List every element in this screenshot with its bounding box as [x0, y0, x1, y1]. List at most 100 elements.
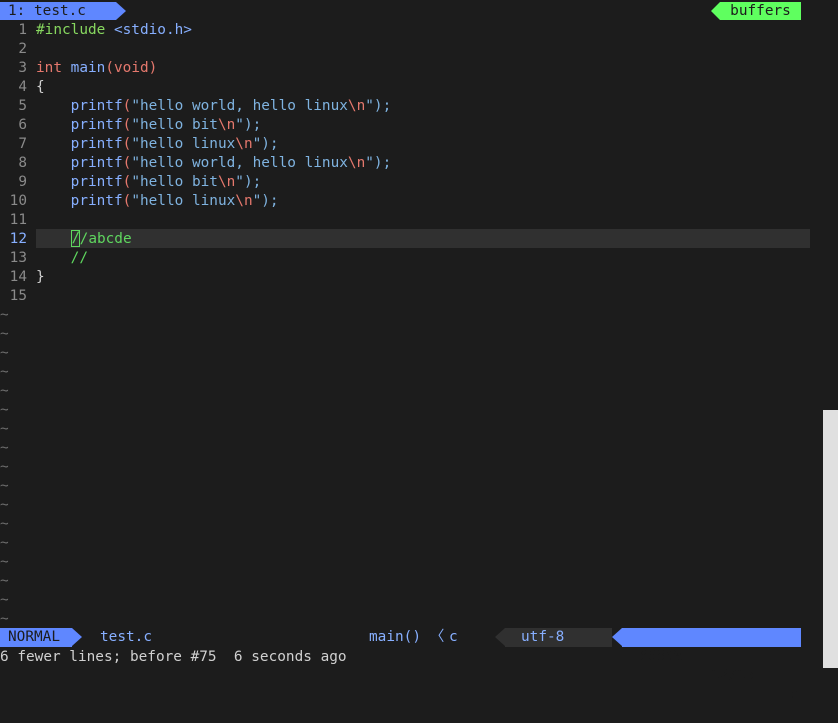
escape-sequence: \n	[347, 155, 366, 171]
line-number-current: 12	[9, 231, 27, 247]
status-encoding: utf-8	[505, 628, 612, 647]
empty-line-marker: ~	[0, 573, 9, 589]
line-number: 7	[18, 136, 27, 152]
chevron-left-icon: 〈	[430, 629, 445, 645]
mode-indicator: NORMAL	[0, 628, 72, 647]
status-function: main()	[369, 629, 421, 645]
string-literal: "hello world, hello linux	[131, 155, 348, 171]
line-number: 3	[18, 60, 27, 76]
status-column: 5	[791, 686, 800, 702]
string-literal: "hello bit	[131, 174, 218, 190]
escape-sequence: \n	[235, 136, 253, 152]
line-number: 13	[9, 250, 27, 266]
line-number: 2	[18, 41, 27, 57]
status-percent: 6680%	[639, 648, 683, 664]
call-name: printf	[36, 174, 123, 190]
command-message-line: 6 fewer lines; before #75 6 seconds ago	[0, 649, 347, 665]
string-tail: ");	[235, 174, 262, 190]
code-line-8: printf("hello world, hello linux\n");	[36, 154, 392, 173]
string-literal: "hello world, hello linux	[131, 98, 348, 114]
code-line-9: printf("hello bit\n");	[36, 173, 262, 192]
empty-line-marker: ~	[0, 364, 9, 380]
string-tail: ");	[365, 98, 392, 114]
paren-close: )	[148, 60, 158, 76]
empty-line-marker: ~	[0, 497, 9, 513]
text-cursor: /	[70, 230, 81, 247]
string-tail: ");	[235, 117, 262, 133]
paren-open: (	[122, 174, 132, 190]
line-number: 15	[9, 288, 27, 304]
status-filetype: c	[449, 629, 458, 645]
empty-line-marker: ~	[0, 516, 9, 532]
empty-line-marker: ~	[0, 459, 9, 475]
call-name: printf	[36, 98, 123, 114]
line-number: 9	[18, 174, 27, 190]
call-name: printf	[36, 117, 123, 133]
buffers-label[interactable]: buffers	[720, 2, 801, 20]
void-keyword: void	[114, 60, 149, 76]
position-arrow-icon	[612, 628, 622, 646]
encoding-arrow-icon	[495, 628, 505, 646]
string-literal: "hello bit	[131, 117, 218, 133]
empty-line-marker: ~	[0, 402, 9, 418]
empty-line-marker: ~	[0, 326, 9, 342]
paren-open: (	[122, 117, 132, 133]
buffers-arrow-icon	[711, 2, 720, 20]
paren-open: (	[105, 60, 114, 76]
line-number: 11	[9, 212, 27, 228]
status-line-position: 12/15 :	[711, 667, 772, 683]
paren-open: (	[122, 136, 132, 152]
call-name: printf	[36, 155, 123, 171]
empty-line-marker: ~	[0, 554, 9, 570]
empty-line-marker: ~	[0, 307, 9, 323]
code-line-13: //	[36, 250, 88, 266]
line-number: 4	[18, 79, 27, 95]
empty-line-marker: ~	[0, 345, 9, 361]
escape-sequence: \n	[235, 193, 253, 209]
string-literal: "hello linux	[131, 193, 236, 209]
function-name: main	[62, 60, 106, 76]
line-number: 5	[18, 98, 27, 114]
tab-arrow-icon	[116, 2, 126, 20]
include-header: <stdio.h>	[105, 22, 192, 38]
code-line-10: printf("hello linux\n");	[36, 192, 279, 211]
empty-line-marker: ~	[0, 383, 9, 399]
code-line-14: }	[36, 269, 45, 285]
string-tail: ");	[365, 155, 392, 171]
tabline: 1: test.c buffers	[0, 0, 810, 21]
call-name: printf	[36, 193, 123, 209]
escape-sequence: \n	[347, 98, 366, 114]
empty-line-marker: ~	[0, 535, 9, 551]
line-number: 14	[9, 269, 27, 285]
editor-area[interactable]: 1 2 3 4 5 6 7 8 9 10 11 12 13 14 15 #inc…	[0, 21, 810, 627]
empty-line-marker: ~	[0, 478, 9, 494]
call-name: printf	[36, 136, 123, 152]
type-keyword: int	[36, 60, 62, 76]
comment-text: /abcde	[79, 231, 132, 247]
empty-line-marker: ~	[0, 611, 9, 627]
empty-line-marker: ~	[0, 440, 9, 456]
tab-current-buffer[interactable]: 1: test.c	[0, 2, 116, 20]
line-number: 10	[9, 193, 27, 209]
preprocessor-directive: #include	[36, 22, 106, 38]
scrollbar-thumb[interactable]	[823, 410, 838, 668]
statusline: NORMAL test.c main() 〈 c utf-8 6680% 12/…	[0, 628, 810, 702]
mode-arrow-icon	[72, 628, 82, 646]
string-tail: ");	[252, 193, 279, 209]
empty-line-marker: ~	[0, 421, 9, 437]
cursor-line-highlight	[36, 229, 810, 248]
escape-sequence: \n	[217, 117, 236, 133]
code-line-7: printf("hello linux\n");	[36, 135, 279, 154]
paren-open: (	[122, 155, 132, 171]
paren-open: (	[122, 193, 132, 209]
empty-line-marker: ~	[0, 592, 9, 608]
code-line-1: #include <stdio.h>	[36, 21, 192, 40]
line-number: 1	[18, 22, 27, 38]
code-line-6: printf("hello bit\n");	[36, 116, 262, 135]
status-filename: test.c	[100, 629, 152, 645]
code-line-3: int main(void)	[36, 59, 157, 78]
line-number: 6	[18, 117, 27, 133]
line-number: 8	[18, 155, 27, 171]
string-tail: ");	[252, 136, 279, 152]
code-line-12: //abcde	[36, 230, 132, 249]
